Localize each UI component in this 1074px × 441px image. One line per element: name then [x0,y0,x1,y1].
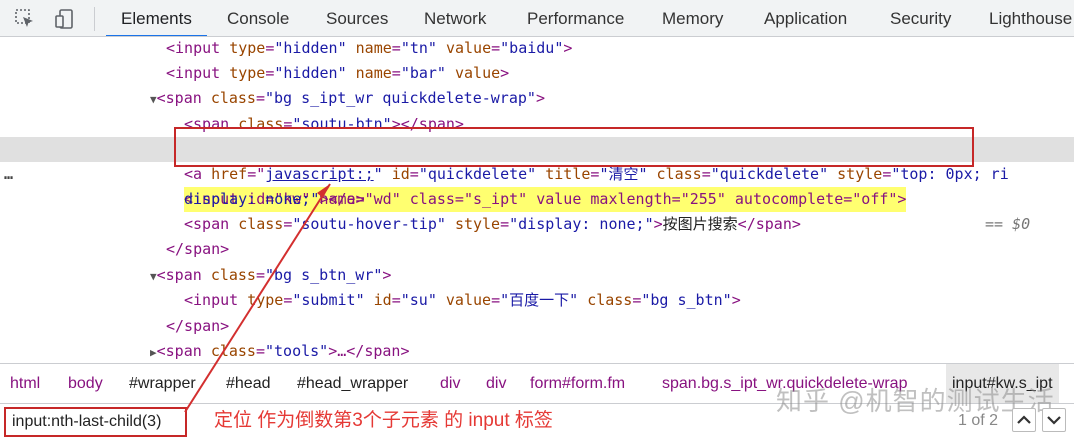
toolbar-divider [94,7,95,31]
expand-triangle-icon[interactable]: ▼ [150,93,157,106]
tab-security[interactable]: Security [890,0,951,36]
chevron-up-icon [1017,415,1031,424]
breadcrumb-item[interactable]: div [486,364,506,403]
more-options-icon[interactable]: … [4,162,13,187]
dom-node-a-quickdelete-cont: display: none;"></a> [184,190,365,208]
match-count: 1 of 2 [958,412,999,429]
dom-node-input-tn[interactable]: <input type="hidden" name="tn" value="ba… [166,37,1074,61]
tab-memory[interactable]: Memory [662,0,723,36]
breadcrumb-item[interactable]: form#form.fm [530,364,625,403]
tab-console[interactable]: Console [227,0,289,36]
cursor-select-icon[interactable] [14,8,36,30]
dom-node-span-close[interactable]: </span> [166,237,1074,262]
dom-node-input-su[interactable]: <input type="submit" id="su" value="百度一下… [184,288,1074,313]
dom-node-span-tools[interactable]: ▶<span class="tools">…</span> [150,339,1074,363]
previous-match-button[interactable] [1012,408,1036,432]
next-match-button[interactable] [1042,408,1066,432]
expand-triangle-icon[interactable]: ▼ [150,270,157,283]
tab-elements[interactable]: Elements [106,0,207,36]
dom-node-span-hover-tip[interactable]: <span class="soutu-hover-tip" style="dis… [184,212,1074,237]
tab-lighthouse[interactable]: Lighthouse [989,0,1072,36]
device-toggle-icon[interactable] [54,8,76,30]
dom-node-span-soutu-btn[interactable]: <span class="soutu-btn"></span> [184,112,1074,137]
breadcrumb-item[interactable]: #wrapper [129,364,196,403]
dom-node-a-quickdelete[interactable]: <a href="javascript:;" id="quickdelete" … [184,162,1074,187]
dom-node-span-close-2[interactable]: </span> [166,314,1074,339]
dom-node-input-bar[interactable]: <input type="hidden" name="bar" value> [166,61,1074,86]
breadcrumb-item[interactable]: #head [226,364,271,403]
collapse-triangle-icon[interactable]: ▶ [150,346,157,359]
chevron-down-icon [1047,416,1061,425]
selector-search-input[interactable]: input:nth-last-child(3) [4,407,187,437]
tab-sources[interactable]: Sources [326,0,388,36]
breadcrumb-item[interactable]: div [440,364,460,403]
href-link[interactable]: javascript:; [265,165,373,183]
tab-network[interactable]: Network [424,0,486,36]
tab-application[interactable]: Application [764,0,847,36]
devtools-toolbar: Elements Console Sources Network Perform… [0,0,1074,37]
dom-node-input-kw-selected[interactable]: … <input id="kw" name="wd" class="s_ipt"… [0,137,1074,233]
breadcrumb-item[interactable]: #head_wrapper [297,364,408,403]
dom-node-span-ipt-wr[interactable]: ▼<span class="bg s_ipt_wr quickdelete-wr… [150,86,1074,111]
breadcrumb-item[interactable]: html [10,364,40,403]
breadcrumb-item[interactable]: body [68,364,103,403]
annotation-text: 定位 作为倒数第3个子元素 的 input 标签 [214,410,553,431]
dom-tree: <input type="hidden" name="tn" value="ba… [0,37,1074,363]
tab-performance[interactable]: Performance [527,0,624,36]
dom-node-span-btn-wr[interactable]: ▼<span class="bg s_btn_wr"> [150,263,1074,288]
